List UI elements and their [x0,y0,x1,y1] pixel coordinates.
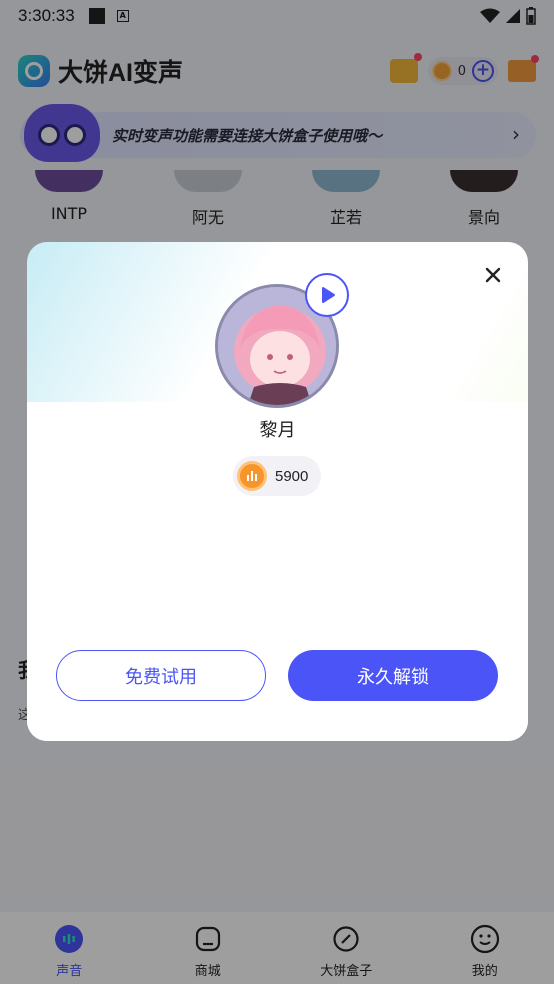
character-name: 黎月 [259,420,296,441]
play-icon [322,287,335,303]
price-badge: 5900 [233,456,321,496]
permanent-unlock-button[interactable]: 永久解锁 [288,650,498,701]
free-trial-button[interactable]: 免费试用 [56,650,266,701]
close-icon[interactable] [482,264,504,286]
coin-icon [237,461,267,491]
unlock-voice-dialog: 黎月 5900 免费试用 永久解锁 [27,242,528,741]
play-sample-button[interactable] [305,273,349,317]
price-value: 5900 [275,467,309,485]
